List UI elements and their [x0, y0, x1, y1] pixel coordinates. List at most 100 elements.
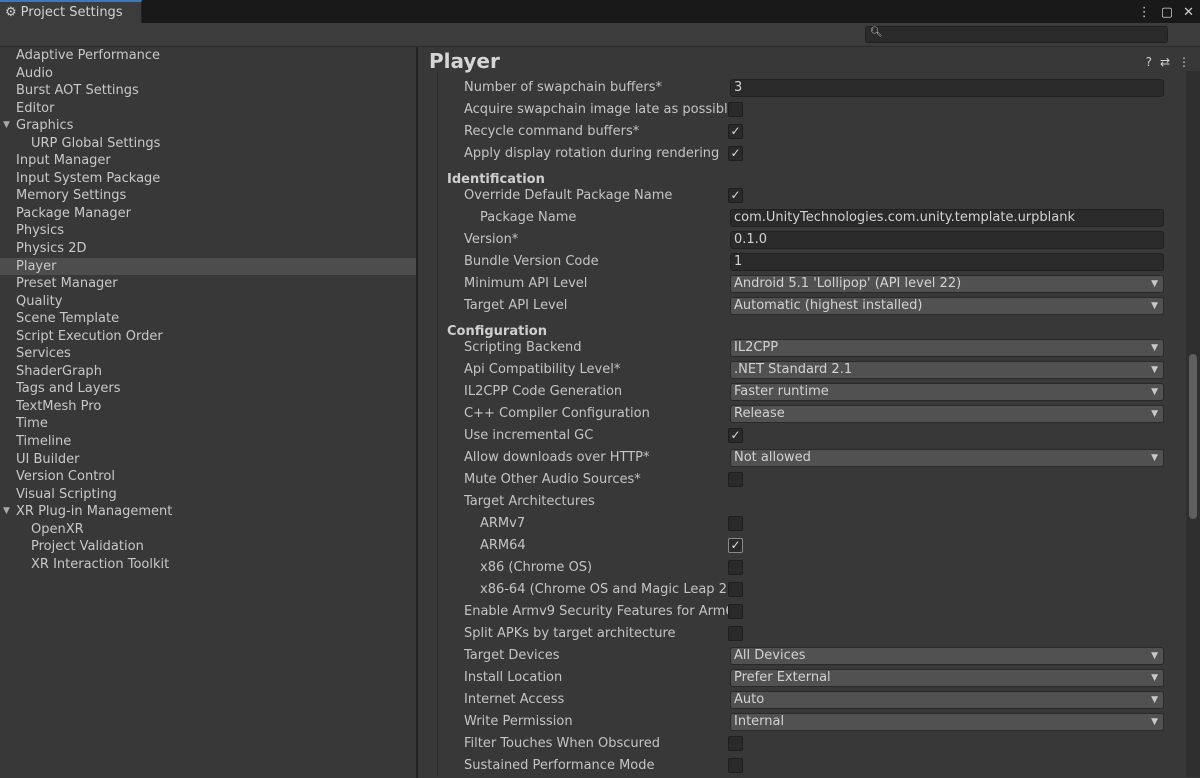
sidebar-item-input-manager[interactable]: Input Manager [0, 152, 416, 170]
sidebar-item-time[interactable]: Time [0, 415, 416, 433]
sidebar-item-services[interactable]: Services [0, 345, 416, 363]
sidebar-item-audio[interactable]: Audio [0, 65, 416, 83]
sidebar-item-project-validation[interactable]: Project Validation [0, 538, 416, 556]
dropdown-value: Prefer External [734, 670, 831, 685]
internet-access-dropdown[interactable]: Auto ▼ [730, 691, 1164, 709]
sidebar-item-urp-global-settings[interactable]: URP Global Settings [0, 135, 416, 153]
chevron-down-icon: ▼ [1151, 717, 1158, 727]
x86-64-chrome-os-and-magic-leap-2-checkbox[interactable] [728, 582, 743, 597]
setting-row-sustained-performance-mode: Sustained Performance Mode [438, 755, 1180, 777]
scrollbar-thumb[interactable] [1189, 354, 1197, 519]
sidebar-item-ui-builder[interactable]: UI Builder [0, 451, 416, 469]
chevron-down-icon[interactable]: ▼ [3, 117, 10, 135]
setting-label: Filter Touches When Obscured [464, 736, 660, 751]
setting-label: x86-64 (Chrome OS and Magic Leap 2) [480, 582, 732, 597]
maximize-icon[interactable]: ▢ [1161, 5, 1173, 20]
search-icon: 🔍︎ [870, 27, 883, 38]
acquire-swapchain-image-late-as-possible-checkbox[interactable] [728, 102, 743, 117]
target-api-level-dropdown[interactable]: Automatic (highest installed) ▼ [730, 297, 1164, 315]
sidebar-item-physics[interactable]: Physics [0, 222, 416, 240]
allow-downloads-over-http-dropdown[interactable]: Not allowed ▼ [730, 449, 1164, 467]
sidebar-item-package-manager[interactable]: Package Manager [0, 205, 416, 223]
sidebar-item-label: Graphics [16, 118, 74, 134]
setting-label: Override Default Package Name [464, 188, 673, 203]
checkmark-icon: ✓ [730, 124, 741, 138]
scripting-backend-dropdown[interactable]: IL2CPP ▼ [730, 339, 1164, 357]
sidebar-item-tags-and-layers[interactable]: Tags and Layers [0, 380, 416, 398]
filter-touches-when-obscured-checkbox[interactable] [728, 736, 743, 751]
split-apks-by-target-architecture-checkbox[interactable] [728, 626, 743, 641]
sidebar-item-label: Project Validation [31, 539, 144, 555]
sidebar-item-label: Timeline [16, 434, 72, 450]
vertical-scrollbar[interactable] [1186, 71, 1200, 777]
sidebar-item-textmesh-pro[interactable]: TextMesh Pro [0, 398, 416, 416]
toolbar: 🔍︎ [0, 23, 1200, 47]
mute-other-audio-sources-checkbox[interactable] [728, 472, 743, 487]
arm64-checkbox[interactable]: ✓ [728, 538, 743, 553]
sidebar-item-editor[interactable]: Editor [0, 100, 416, 118]
target-devices-dropdown[interactable]: All Devices ▼ [730, 647, 1164, 665]
sustained-performance-mode-checkbox[interactable] [728, 758, 743, 773]
sidebar-item-label: Input System Package [16, 170, 161, 186]
armv7-checkbox[interactable] [728, 516, 743, 531]
setting-row-use-incremental-gc: Use incremental GC ✓ [438, 425, 1180, 447]
api-compatibility-level-dropdown[interactable]: .NET Standard 2.1 ▼ [730, 361, 1164, 379]
sidebar-item-scene-template[interactable]: Scene Template [0, 310, 416, 328]
sidebar-item-xr-interaction-toolkit[interactable]: XR Interaction Toolkit [0, 556, 416, 574]
sidebar-item-physics-2d[interactable]: Physics 2D [0, 240, 416, 258]
more-icon[interactable]: ⋮ [1178, 55, 1190, 69]
package-name-field[interactable]: com.UnityTechnologies.com.unity.template… [730, 209, 1164, 227]
bundle-version-code-field[interactable]: 1 [730, 253, 1164, 271]
search-input[interactable]: 🔍︎ [865, 26, 1168, 43]
use-incremental-gc-checkbox[interactable]: ✓ [728, 428, 743, 443]
x86-chrome-os-checkbox[interactable] [728, 560, 743, 575]
sidebar-item-preset-manager[interactable]: Preset Manager [0, 275, 416, 293]
setting-label: Minimum API Level [464, 276, 588, 291]
sidebar-item-quality[interactable]: Quality [0, 293, 416, 311]
dropdown-value: IL2CPP [734, 340, 779, 355]
close-icon[interactable]: ✕ [1183, 5, 1194, 20]
setting-row-minimum-api-level: Minimum API Level Android 5.1 'Lollipop' … [438, 273, 1180, 295]
sidebar-item-xr-plug-in-management[interactable]: ▼ XR Plug-in Management [0, 503, 416, 521]
sidebar-item-timeline[interactable]: Timeline [0, 433, 416, 451]
checkmark-icon: ✓ [730, 538, 741, 552]
setting-row-mute-other-audio-sources: Mute Other Audio Sources* [438, 469, 1180, 491]
apply-display-rotation-during-rendering-checkbox[interactable]: ✓ [728, 146, 743, 161]
help-icon[interactable]: ? [1146, 55, 1152, 69]
sidebar-item-script-execution-order[interactable]: Script Execution Order [0, 328, 416, 346]
install-location-dropdown[interactable]: Prefer External ▼ [730, 669, 1164, 687]
sidebar-item-input-system-package[interactable]: Input System Package [0, 170, 416, 188]
setting-row-split-apks-by-target-architecture: Split APKs by target architecture [438, 623, 1180, 645]
dropdown-value: All Devices [734, 648, 806, 663]
version-field[interactable]: 0.1.0 [730, 231, 1164, 249]
setting-row-filter-touches-when-obscured: Filter Touches When Obscured [438, 733, 1180, 755]
minimum-api-level-dropdown[interactable]: Android 5.1 'Lollipop' (API level 22) ▼ [730, 275, 1164, 293]
sidebar-item-visual-scripting[interactable]: Visual Scripting [0, 486, 416, 504]
settings-content: Number of swapchain buffers* 3 Acquire swa… [437, 71, 1180, 777]
sidebar-item-memory-settings[interactable]: Memory Settings [0, 187, 416, 205]
sidebar-item-label: Version Control [16, 469, 115, 485]
sidebar-item-burst-aot-settings[interactable]: Burst AOT Settings [0, 82, 416, 100]
sidebar-item-adaptive-performance[interactable]: Adaptive Performance [0, 47, 416, 65]
sidebar-item-shadergraph[interactable]: ShaderGraph [0, 363, 416, 381]
number-of-swapchain-buffers-field[interactable]: 3 [730, 79, 1164, 97]
sidebar-item-label: UI Builder [16, 451, 80, 467]
override-default-package-name-checkbox[interactable]: ✓ [728, 188, 743, 203]
sidebar-item-graphics[interactable]: ▼ Graphics [0, 117, 416, 135]
setting-label: Write Permission [464, 714, 573, 729]
enable-armv9-security-features-for-arm64-checkbox[interactable] [728, 604, 743, 619]
tab-project-settings[interactable]: ⚙ Project Settings [0, 0, 142, 23]
setting-row-c-compiler-configuration: C++ Compiler Configuration Release ▼ [438, 403, 1180, 425]
write-permission-dropdown[interactable]: Internal ▼ [730, 713, 1164, 731]
more-options-icon[interactable]: ⋮ [1138, 5, 1151, 20]
sidebar-item-version-control[interactable]: Version Control [0, 468, 416, 486]
setting-row-scripting-backend: Scripting Backend IL2CPP ▼ [438, 337, 1180, 359]
recycle-command-buffers-checkbox[interactable]: ✓ [728, 124, 743, 139]
chevron-down-icon[interactable]: ▼ [3, 503, 10, 521]
il2cpp-code-generation-dropdown[interactable]: Faster runtime ▼ [730, 383, 1164, 401]
sidebar-item-openxr[interactable]: OpenXR [0, 521, 416, 539]
c-compiler-configuration-dropdown[interactable]: Release ▼ [730, 405, 1164, 423]
preset-icon[interactable]: ⇄ [1160, 55, 1170, 69]
settings-sidebar: Adaptive Performance Audio Burst AOT Setti… [0, 47, 418, 778]
sidebar-item-player[interactable]: Player [0, 257, 416, 276]
